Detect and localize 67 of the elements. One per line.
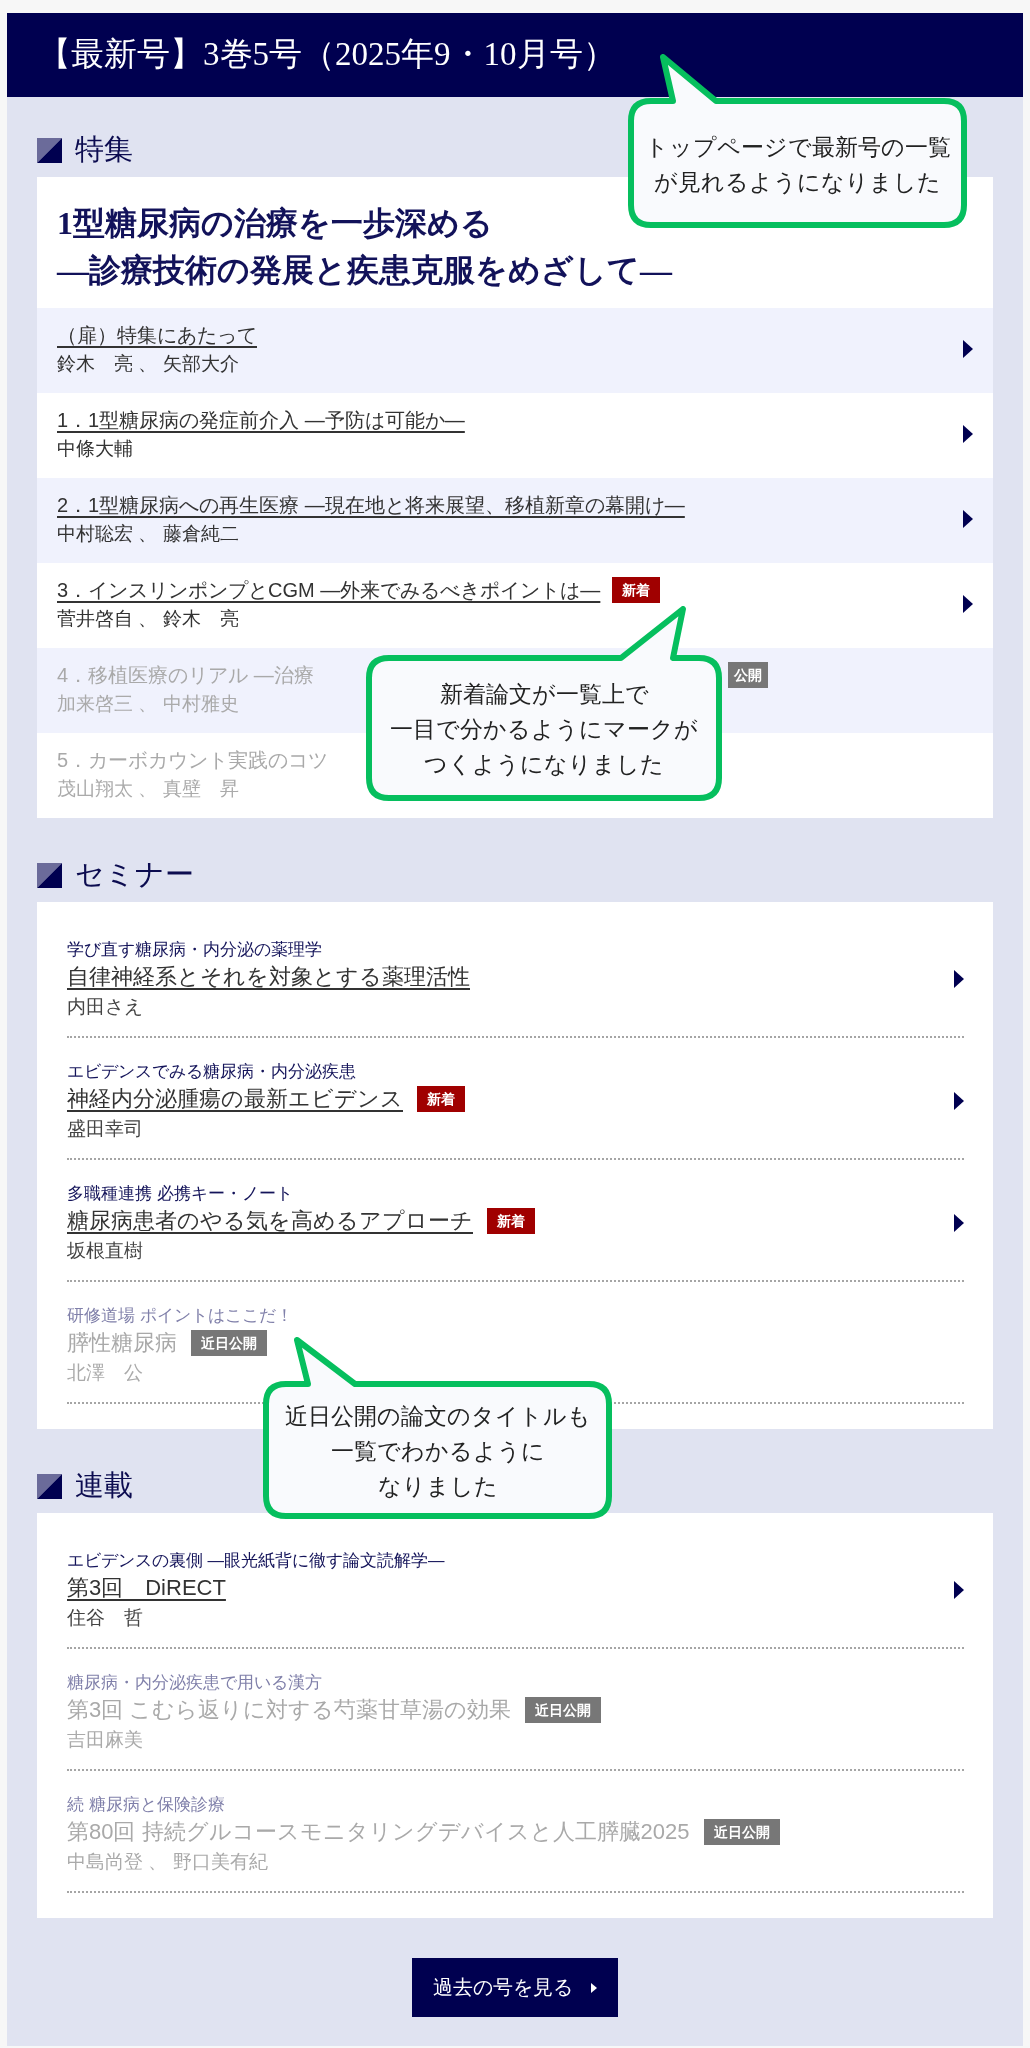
caret-right-icon[interactable] [954,1214,964,1232]
article-authors: 加来啓三 、 中村雅史 [57,692,239,716]
caret-right-icon[interactable] [954,1581,964,1599]
caret-right-icon[interactable] [954,1092,964,1110]
coming-soon-badge: 近日公開 [703,1819,780,1845]
callout-text: トップページで最新号の一覧 [644,132,951,162]
article-title[interactable]: 第3回 DiRECT [67,1572,226,1604]
article-authors: 中島尚登 、 野口美有紀 [67,1850,268,1874]
article-title[interactable]: 3．インスリンポンプとCGM ―外来でみるべきポイントは― [57,576,601,604]
article-authors: 中村聡宏 、 藤倉純二 [57,522,239,546]
article-title: 4．移植医療のリアル ―治療 [57,662,314,688]
article-title[interactable]: 自律神経系とそれを対象とする薬理活性 [67,961,470,993]
article-authors: 住谷 哲 [67,1606,143,1630]
article-authors: 坂根直樹 [67,1239,143,1263]
article-title[interactable]: 2．1型糖尿病への再生医療 ―現在地と将来展望、移植新章の幕開け― [57,491,685,519]
feature-subtitle: ―診療技術の発展と疾患克服をめざして― [57,251,672,290]
article-authors: 北澤 公 [67,1361,143,1385]
article-title[interactable]: （扉）特集にあたって [57,321,257,349]
article-title: 第80回 持続グルコースモニタリングデバイスと人工膵臓2025 [67,1818,690,1846]
series-label: 糖尿病・内分泌疾患で用いる漢方 [67,1672,322,1693]
caret-right-icon[interactable] [963,510,973,528]
article-title: 膵性糖尿病 [67,1329,177,1357]
new-badge: 新着 [612,577,661,603]
series-label: 続 糖尿病と保険診療 [67,1794,225,1815]
article-title[interactable]: 神経内分泌腫瘍の最新エビデンス [67,1083,403,1115]
section-heading: セミナー [75,857,194,892]
article-authors: 茂山翔太 、 真壁 昇 [57,777,239,801]
article-authors: 吉田麻美 [67,1728,143,1752]
coming-soon-badge: 公開 [728,662,768,688]
feature-title: 1型糖尿病の治療を一歩深める [57,204,493,243]
series-label: 学び直す糖尿病・内分泌の薬理学 [67,939,322,960]
article-title[interactable]: 1．1型糖尿病の発症前介入 ―予防は可能か― [57,406,465,434]
article-authors: 盛田幸司 [67,1117,143,1141]
article-authors: 中條大輔 [57,437,133,461]
caret-right-icon [591,1982,597,1993]
article-authors: 鈴木 亮 、 矢部大介 [57,352,239,376]
article-title: 第3回 こむら返りに対する芍薬甘草湯の効果 [67,1696,512,1724]
callout-text: なりました [377,1472,498,1501]
section-marker-icon [37,1473,62,1499]
callout-text: つくようになりました [424,750,664,779]
caret-right-icon[interactable] [963,425,973,443]
article-authors: 内田さえ [67,995,143,1019]
section-marker-icon [37,862,62,888]
caret-right-icon[interactable] [963,340,973,358]
new-badge: 新着 [487,1208,535,1234]
new-badge: 新着 [417,1086,465,1112]
callout-text: が見れるようになりました [654,167,941,197]
series-label: エビデンスの裏側 ―眼光紙背に徹す論文読解学― [67,1550,445,1571]
callout-text: 新着論文が一覧上で [439,680,649,709]
caret-right-icon[interactable] [954,970,964,988]
callout-text: 近日公開の論文のタイトルも [284,1402,591,1431]
series-label: 研修道場 ポイントはここだ！ [67,1305,293,1326]
past-issues-button[interactable]: 過去の号を見る [412,1958,618,2017]
coming-soon-badge: 近日公開 [191,1330,267,1356]
issue-title: 【最新号】3巻5号（2025年9・10月号） [38,35,616,75]
series-label: エビデンスでみる糖尿病・内分泌疾患 [67,1061,356,1082]
caret-right-icon[interactable] [963,595,973,613]
callout-text: 一目で分かるようにマークが [390,715,698,744]
section-heading: 連載 [75,1468,133,1503]
series-label: 多職種連携 必携キー・ノート [67,1183,293,1204]
callout-text: 一覧でわかるように [330,1437,545,1466]
section-marker-icon [37,137,62,163]
article-title: 5．カーボカウント実践のコツ [57,747,329,773]
section-heading: 特集 [75,132,133,167]
article-title[interactable]: 糖尿病患者のやる気を高めるアプローチ [67,1205,473,1237]
coming-soon-badge: 近日公開 [525,1697,602,1723]
article-authors: 菅井啓自 、 鈴木 亮 [57,607,239,631]
